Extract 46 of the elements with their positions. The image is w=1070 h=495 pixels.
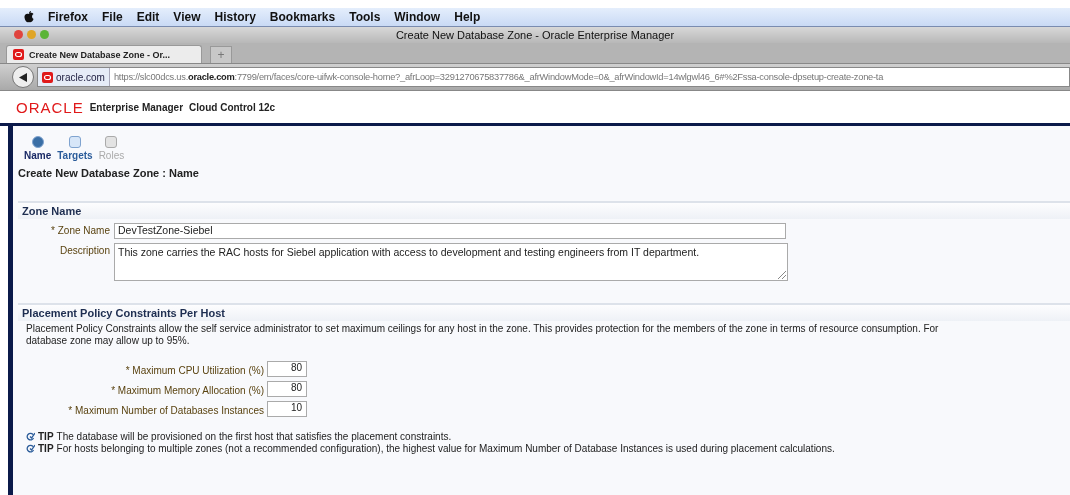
url-text: https://slc00dcs.us.oracle.com:7799/em/faces/core-uifwk-console-home?_afrLoop=3291270675837786&_afrWindowMode=0&_afrWindowId=14wlgwl46_6#%2Fssa-console-dpsetup-create-zone-ta (113, 72, 884, 82)
field-label: * Maximum CPU Utilization (%) (124, 363, 264, 376)
product-edition: Cloud Control 12c (189, 101, 276, 113)
resize-grip-icon[interactable] (778, 271, 786, 279)
field-label: * Maximum Number of Databases Instances (67, 403, 264, 416)
menu-item[interactable]: Edit (136, 10, 160, 24)
tip-label: TIP (38, 443, 54, 454)
address-field[interactable]: oracle.com https://slc00dcs.us.oracle.com:7799/em/faces/core-uifwk-console-home?_afrLoop=3291270675837786&_afrWindowMode=0&_afrWindowId=14wlgwl46_6#%2Fssa-console-dpsetup-create-zone-ta (37, 67, 1070, 87)
section-title: Zone Name (18, 203, 1070, 219)
tip-text: The database will be provisioned on the first host that satisfies the placement constraints. (56, 431, 452, 442)
window-title: Create New Database Zone - Oracle Enterprise Manager (395, 29, 675, 41)
menu-item[interactable]: View (173, 10, 201, 24)
browser-tab[interactable]: Create New Database Zone - Or... (6, 45, 202, 63)
field-label: * Maximum Memory Allocation (%) (110, 383, 264, 396)
input-field[interactable]: 80 (267, 361, 307, 377)
input-field[interactable]: 80 (267, 381, 307, 397)
menu-item[interactable]: Help (454, 10, 481, 24)
tip-icon (26, 444, 35, 453)
menu-item[interactable]: Tools (349, 10, 381, 24)
input-field[interactable]: 10 (267, 401, 307, 417)
section-description: Placement Policy Constraints allow the self service administrator to set maximum ceilings for any host in the zone. This provides protection for the members of the zone in terms of resource consumption. For database zone may allow up to 95%. (25, 322, 940, 348)
field-label: Description (58, 244, 110, 256)
menu-item[interactable]: File (102, 10, 123, 24)
site-icon (13, 49, 24, 60)
page-title: Create New Database Zone : Name (18, 167, 200, 179)
product-name: Enterprise Manager (89, 101, 184, 113)
step-link[interactable]: Name (24, 150, 52, 161)
menu-item[interactable]: History (214, 10, 256, 24)
section-title: Placement Policy Constraints Per Host (18, 305, 1070, 321)
description-field[interactable]: This zone carries the RAC hosts for Siebel application with access to development and testing engineers from IT department. (114, 243, 788, 281)
input-field[interactable]: DevTestZone-Siebel (114, 223, 786, 239)
back-button[interactable] (12, 66, 34, 88)
step-link[interactable]: Targets (57, 150, 93, 161)
tip-icon (26, 432, 35, 441)
site-identity[interactable]: oracle.com (38, 68, 110, 86)
field-label: * Zone Name (50, 224, 110, 236)
site-icon (42, 71, 53, 83)
menu-item[interactable]: Firefox (48, 10, 88, 24)
tip-text: For hosts belonging to multiple zones (not a recommended configuration), the highest value for Maximum Number of Database Instances is used during placement calculations. (56, 443, 835, 454)
menu-item[interactable]: Window (394, 10, 441, 24)
logo: ORACLE (16, 98, 84, 116)
apple-icon[interactable] (24, 11, 34, 23)
back-icon (19, 72, 27, 82)
close-button[interactable] (14, 30, 23, 39)
tip-label: TIP (38, 431, 54, 442)
menu-item[interactable]: Bookmarks (269, 10, 336, 24)
